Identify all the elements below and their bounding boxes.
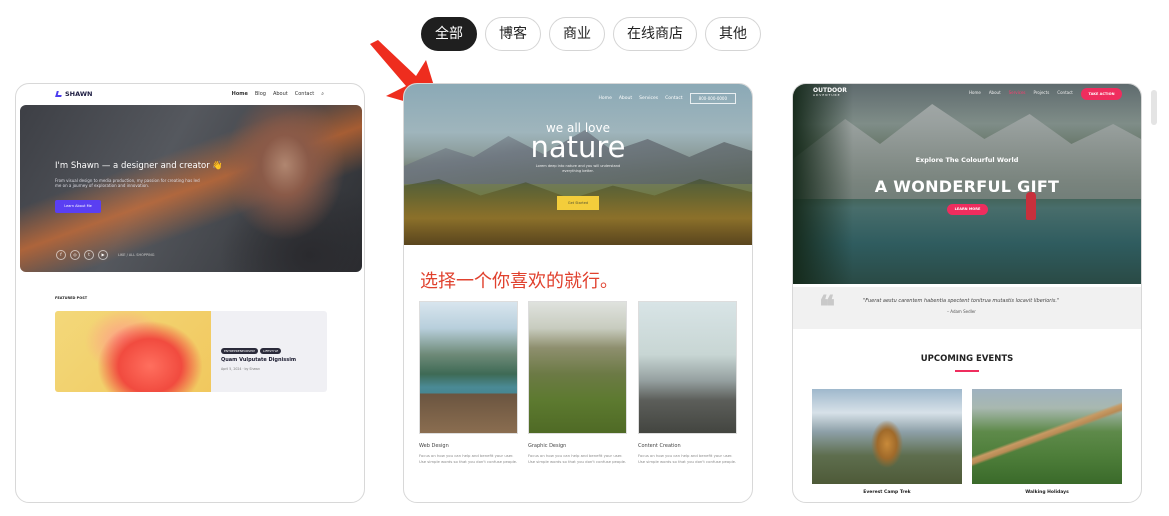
card2-hero-button: Get Started xyxy=(557,196,599,210)
card3-navbar: Home About Services Projects Contact xyxy=(969,90,1073,95)
card1-social-text: LIKE / ALL SHOPPING xyxy=(118,253,155,257)
card1-hero-title: I'm Shawn — a designer and creator 👋 xyxy=(55,161,224,171)
card1-tag: LIFESTYLE xyxy=(260,348,282,354)
card2-service-desc: Focus on how you can help and benefit yo… xyxy=(638,453,737,464)
card1-logo: SHAWN xyxy=(55,90,93,98)
card2-service-column: Web Design Focus on how you can help and… xyxy=(419,301,518,464)
card1-featured-label: FEATURED POST xyxy=(55,296,88,300)
card2-nav-home: Home xyxy=(598,96,612,101)
card3-nav-services: Services xyxy=(1008,90,1026,95)
template-card-shawn[interactable]: SHAWN Home Blog About Contact ⌕ I'm Shaw… xyxy=(15,83,365,503)
card1-post-image xyxy=(55,311,211,392)
card1-hero-subtitle: From visual design to media production, … xyxy=(55,178,200,189)
template-gallery-page: 全部 博客 商业 在线商店 其他 SHAWN Home Blog About C… xyxy=(0,0,1169,516)
card1-hero-button: Learn About Me xyxy=(55,200,101,213)
card1-navbar: SHAWN Home Blog About Contact ⌕ xyxy=(16,84,364,104)
card1-nav-about: About xyxy=(272,91,288,97)
quote-icon: ❝ xyxy=(819,290,836,325)
card3-nav-about: About xyxy=(988,90,1001,95)
category-filters: 全部 博客 商业 在线商店 其他 xyxy=(421,17,761,51)
youtube-icon: ▶ xyxy=(98,250,108,260)
card3-event-caption: Walking Holidays xyxy=(1025,490,1069,495)
filter-business[interactable]: 商业 xyxy=(549,17,605,51)
card1-featured-post: ENTREPRENEURSHIP LIFESTYLE Quam Vulputat… xyxy=(55,311,327,392)
card3-cta-button: TAKE ACTION xyxy=(1081,88,1122,100)
filter-blog[interactable]: 博客 xyxy=(485,17,541,51)
card1-nav-blog: Blog xyxy=(254,91,266,97)
card3-quote-text: "Fuerat aestu carentem habentia spectent… xyxy=(863,298,1060,304)
card3-quote-section: ❝ "Fuerat aestu carentem habentia specte… xyxy=(793,287,1141,329)
vertical-scrollbar[interactable] xyxy=(1151,90,1157,125)
template-card-nature[interactable]: Home About Services Contact 800-000-0000… xyxy=(403,83,753,503)
card3-nav-projects: Projects xyxy=(1033,90,1050,95)
card2-service-image xyxy=(638,301,737,434)
card1-nav-home: Home xyxy=(231,91,248,97)
card2-nav-services: Services xyxy=(639,96,659,101)
card1-logo-icon xyxy=(55,91,63,97)
card3-event: Walking Holidays xyxy=(972,389,1122,495)
card2-annotation-heading: 选择一个你喜欢的就行。 xyxy=(420,271,618,292)
card2-service-caption: Graphic Design xyxy=(528,443,567,449)
card2-service-desc: Focus on how you can help and benefit yo… xyxy=(528,453,627,464)
card2-service-caption: Web Design xyxy=(419,443,449,449)
card2-service-desc: Focus on how you can help and benefit yo… xyxy=(419,453,518,464)
card1-hero-image: I'm Shawn — a designer and creator 👋 Fro… xyxy=(20,105,362,272)
card1-post-meta: April 5, 2024 · by Shawn xyxy=(221,367,261,371)
card3-event: Everest Camp Trek xyxy=(812,389,962,495)
card2-phone-button: 800-000-0000 xyxy=(689,93,736,104)
card3-hiker-figure xyxy=(1026,192,1036,220)
card3-hero-title: A WONDERFUL GIFT xyxy=(874,177,1060,196)
card3-hero-kicker: Explore The Colourful World xyxy=(915,156,1019,164)
card3-events-divider xyxy=(955,370,979,372)
card3-events-title: UPCOMING EVENTS xyxy=(920,354,1014,364)
card3-event-image xyxy=(812,389,962,484)
card2-service-column: Graphic Design Focus on how you can help… xyxy=(528,301,627,464)
card3-event-image xyxy=(972,389,1122,484)
filter-online-store[interactable]: 在线商店 xyxy=(613,17,697,51)
card3-nav-contact: Contact xyxy=(1057,90,1073,95)
facebook-icon: f xyxy=(56,250,66,260)
card1-tag: ENTREPRENEURSHIP xyxy=(221,348,259,354)
card3-event-caption: Everest Camp Trek xyxy=(863,490,911,495)
card3-quote-author: – Adam Sedler xyxy=(947,309,976,314)
card1-nav-contact: Contact xyxy=(294,91,315,97)
card3-logo-sub: ADVENTURE xyxy=(813,93,841,97)
card2-navbar: Home About Services Contact 800-000-0000 xyxy=(599,93,736,104)
template-card-outdoor[interactable]: OUTDOOR ADVENTURE Home About Services Pr… xyxy=(792,83,1142,503)
filter-other[interactable]: 其他 xyxy=(705,17,761,51)
card2-service-caption: Content Creation xyxy=(638,443,681,449)
card2-hero-title: nature xyxy=(530,130,626,164)
card3-logo: OUTDOOR ADVENTURE xyxy=(813,88,847,97)
card3-learn-button: LEARN MORE xyxy=(947,204,988,215)
card2-service-image xyxy=(419,301,518,434)
card2-nav-contact: Contact xyxy=(665,96,683,101)
card1-post-title: Quam Vulputate Dignissim xyxy=(221,357,297,363)
twitter-icon: t xyxy=(84,250,94,260)
card3-nav-home: Home xyxy=(969,90,981,95)
card2-nav-about: About xyxy=(618,96,633,101)
card2-hero-subtitle: Lorem deep into nature and you will unde… xyxy=(535,164,621,173)
card2-service-column: Content Creation Focus on how you can he… xyxy=(638,301,737,464)
card1-logo-text: SHAWN xyxy=(65,90,93,98)
card2-service-image xyxy=(528,301,627,434)
card1-social-row: f ◎ t ▶ LIKE / ALL SHOPPING xyxy=(56,250,155,260)
instagram-icon: ◎ xyxy=(70,250,80,260)
search-icon: ⌕ xyxy=(321,91,324,97)
